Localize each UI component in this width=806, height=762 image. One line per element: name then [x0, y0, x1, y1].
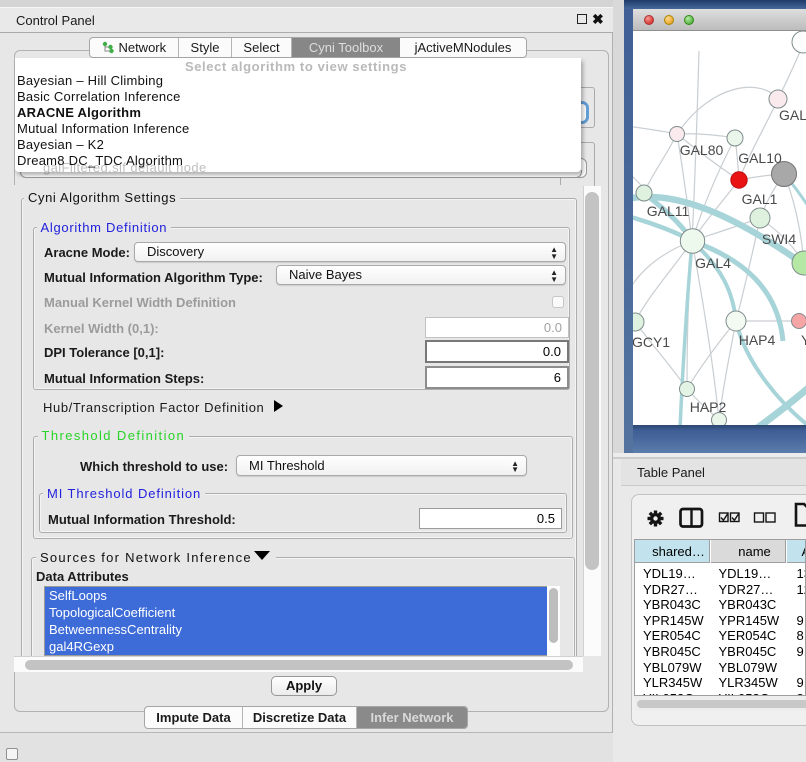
svg-text:Y: Y [801, 332, 806, 348]
svg-text:GAL7: GAL7 [779, 107, 806, 123]
svg-text:GAL4: GAL4 [695, 255, 731, 271]
svg-text:GAL1: GAL1 [742, 191, 778, 207]
svg-text:GAL80: GAL80 [680, 142, 724, 158]
svg-text:GAL11: GAL11 [647, 203, 690, 219]
svg-text:GAL10: GAL10 [738, 150, 782, 166]
svg-text:SWI4: SWI4 [762, 231, 796, 247]
svg-text:HAP2: HAP2 [690, 399, 727, 415]
svg-text:HAP4: HAP4 [739, 332, 776, 348]
svg-text:GCY1: GCY1 [633, 334, 670, 350]
